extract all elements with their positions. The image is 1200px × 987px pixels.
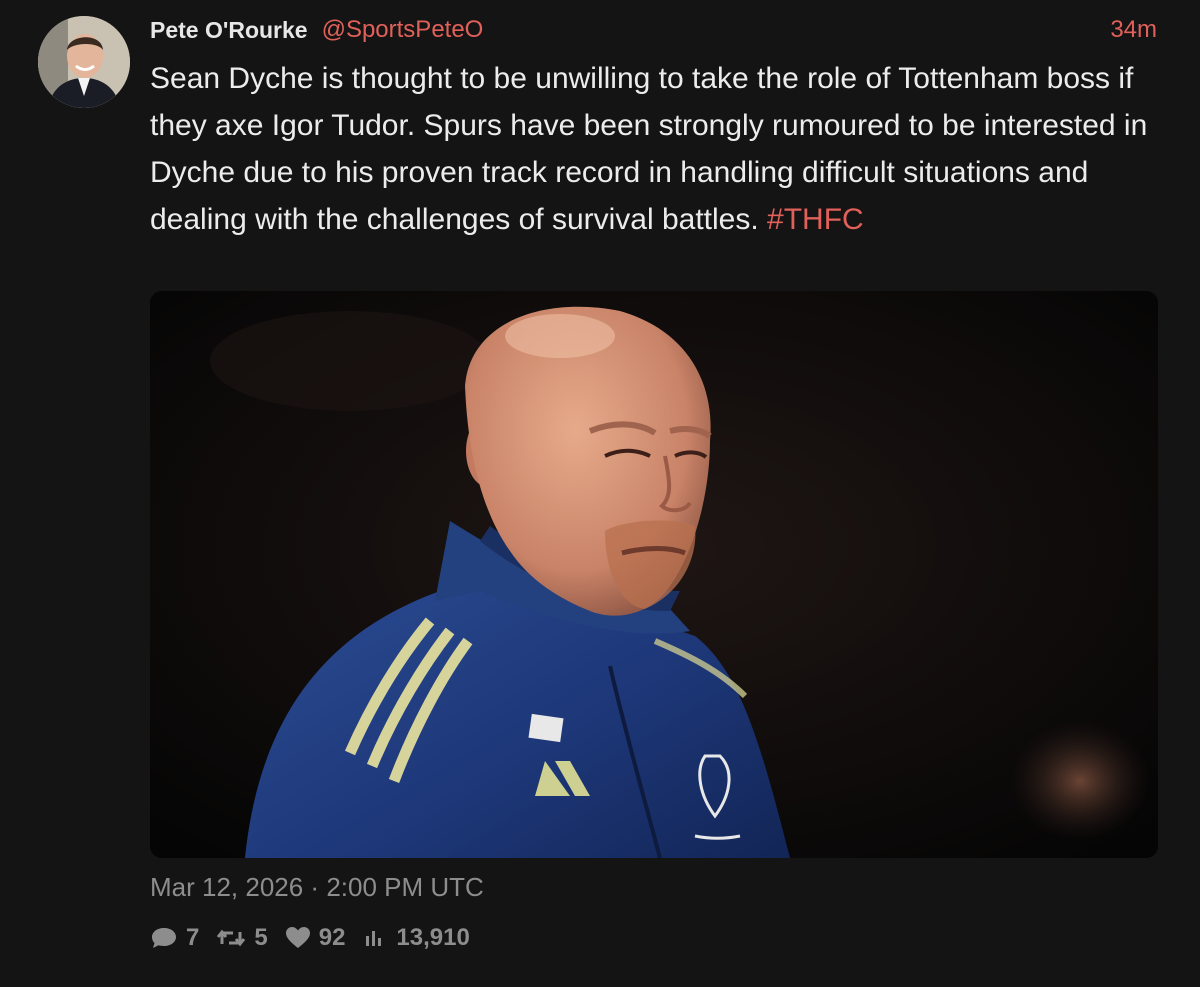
reply-button[interactable]: 7 [150,924,199,952]
heart-icon [285,927,310,948]
retweet-count: 5 [254,924,268,951]
tweet-text: Sean Dyche is thought to be unwilling to… [150,55,1160,243]
like-count: 92 [318,924,346,951]
views-button[interactable]: 13,910 [362,924,470,952]
tweet-actions: 7 5 92 13,910 [150,920,487,956]
retweet-icon [217,929,246,947]
tweet-timestamp[interactable]: Mar 12, 2026 · 2:00 PM UTC [150,870,484,904]
like-button[interactable]: 92 [285,924,346,952]
tweet-text-content: Sean Dyche is thought to be unwilling to… [150,62,1148,236]
retweet-button[interactable]: 5 [216,924,268,952]
view-count: 13,910 [396,924,470,951]
photo-man-in-blue-jacket [150,291,1158,858]
hashtag-link[interactable]: #THFC [767,203,864,236]
author-avatar[interactable] [38,16,130,108]
author-handle[interactable]: @SportsPeteO [322,16,484,44]
bar-chart-icon [366,931,382,946]
avatar-image [38,16,130,108]
tweet-card: Pete O'Rourke @SportsPeteO 34m Sean Dych… [0,0,1200,987]
tweet-media-photo[interactable] [150,291,1158,858]
tweet-header: Pete O'Rourke @SportsPeteO [150,15,483,45]
reply-count: 7 [186,924,200,951]
relative-time[interactable]: 34m [1110,15,1157,45]
speech-bubble-icon [152,928,176,948]
author-name[interactable]: Pete O'Rourke [150,17,308,44]
